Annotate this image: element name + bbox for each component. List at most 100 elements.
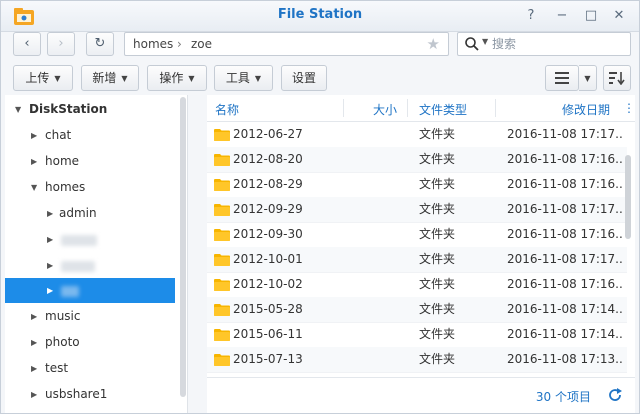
tree-item-test[interactable]: ▶ test (5, 356, 175, 381)
table-row[interactable]: 2012-06-27 文件夹 2016-11-08 17:17... (207, 122, 627, 148)
tree-item-diskstation[interactable]: ▼ DiskStation (5, 97, 175, 122)
column-header-size[interactable]: 大小 (373, 101, 397, 118)
column-menu-icon[interactable]: ⋮ (623, 101, 635, 115)
tree-item-admin[interactable]: ▶ admin (5, 201, 175, 226)
create-button[interactable]: 新增 ▼ (81, 65, 139, 91)
tree-item-usbshare1[interactable]: ▶ usbshare1 (5, 382, 175, 407)
table-row[interactable]: 2012-08-20 文件夹 2016-11-08 17:16... (207, 147, 627, 173)
caret-right-icon[interactable]: ▶ (47, 253, 53, 278)
caret-down-icon[interactable]: ▼ (31, 175, 37, 200)
column-header-name[interactable]: 名称 (215, 101, 239, 118)
forward-button[interactable]: › (47, 32, 75, 56)
file-modified: 2016-11-08 17:17... (507, 127, 623, 141)
tree-item-chat[interactable]: ▶ chat (5, 123, 175, 148)
view-mode-dropdown[interactable]: ▼ (579, 65, 597, 91)
settings-button[interactable]: 设置 (281, 65, 327, 91)
caret-down-icon[interactable]: ▼ (15, 97, 21, 122)
tree-item-redacted-2[interactable]: ▶ (5, 253, 175, 278)
file-modified: 2016-11-08 17:16... (507, 277, 623, 291)
caret-right-icon[interactable]: ▶ (31, 149, 37, 174)
star-icon[interactable]: ★ (427, 35, 440, 53)
chevron-down-icon[interactable]: ▼ (482, 37, 488, 46)
breadcrumb-zoe[interactable]: zoe (191, 37, 212, 51)
caret-right-icon[interactable]: ▶ (31, 356, 37, 381)
file-modified: 2016-11-08 17:14... (507, 302, 623, 316)
column-divider[interactable] (407, 99, 408, 117)
file-name: 2012-09-29 (233, 202, 303, 216)
view-mode-button[interactable] (545, 65, 579, 91)
table-row[interactable]: 2015-06-11 文件夹 2016-11-08 17:14... (207, 322, 627, 348)
file-name: 2012-09-30 (233, 227, 303, 241)
caret-right-icon[interactable]: ▶ (31, 382, 37, 407)
settings-label: 设置 (291, 71, 316, 85)
caret-right-icon[interactable]: ▶ (31, 330, 37, 355)
breadcrumb-homes[interactable]: homes (133, 37, 173, 51)
tools-button[interactable]: 工具 ▼ (214, 65, 273, 91)
caret-right-icon[interactable]: ▶ (31, 123, 37, 148)
tree-item-label: home (45, 154, 80, 168)
column-header-type[interactable]: 文件类型 (419, 101, 467, 118)
action-button[interactable]: 操作 ▼ (147, 65, 207, 91)
sidebar-scrollbar[interactable] (180, 97, 186, 397)
refresh-icon[interactable] (607, 387, 623, 403)
file-type: 文件夹 (419, 177, 456, 191)
search-box[interactable]: ▼ (457, 32, 631, 56)
chevron-down-icon: ▼ (54, 73, 61, 83)
table-row[interactable]: 2012-10-02 文件夹 2016-11-08 17:16... (207, 272, 627, 298)
navigation-bar: ‹ › ↻ homes › zoe ★ ▼ (1, 31, 639, 61)
table-row[interactable]: 2012-09-30 文件夹 2016-11-08 17:16... (207, 222, 627, 248)
close-icon[interactable]: ✕ (610, 7, 628, 25)
caret-right-icon[interactable]: ▶ (47, 278, 53, 303)
redacted-label (61, 261, 95, 272)
file-name: 2012-08-20 (233, 152, 303, 166)
table-row[interactable]: 2012-09-29 文件夹 2016-11-08 17:17... (207, 197, 627, 223)
tree-item-homes[interactable]: ▼ homes (5, 175, 175, 200)
column-divider[interactable] (343, 99, 344, 117)
tree-item-selected[interactable]: ▶ (5, 278, 175, 303)
caret-right-icon[interactable]: ▶ (47, 201, 53, 226)
tree-item-redacted-1[interactable]: ▶ (5, 227, 175, 252)
minimize-icon[interactable]: − (553, 7, 571, 25)
path-bar[interactable]: homes › zoe ★ (124, 32, 449, 56)
file-name: 2015-05-28 (233, 302, 303, 316)
search-input[interactable] (492, 35, 622, 53)
sort-button[interactable] (603, 65, 631, 91)
file-type: 文件夹 (419, 327, 456, 341)
list-scrollbar[interactable] (625, 155, 631, 239)
file-type: 文件夹 (419, 302, 456, 316)
caret-right-icon[interactable]: ▶ (47, 227, 53, 252)
chevron-right-icon: › (58, 36, 64, 51)
file-name: 2012-06-27 (233, 127, 303, 141)
tree-item-photo[interactable]: ▶ photo (5, 330, 175, 355)
chevron-down-icon: ▼ (188, 73, 195, 83)
table-row[interactable]: 2012-08-29 文件夹 2016-11-08 17:16... (207, 172, 627, 198)
help-icon[interactable]: ? (522, 7, 540, 25)
maximize-icon[interactable]: □ (582, 7, 600, 25)
table-row[interactable]: 2012-10-01 文件夹 2016-11-08 17:17... (207, 247, 627, 273)
tree-item-home[interactable]: ▶ home (5, 149, 175, 174)
window-title: File Station (277, 7, 363, 22)
refresh-button[interactable]: ↻ (86, 32, 114, 56)
column-divider[interactable] (495, 99, 496, 117)
folder-icon (214, 254, 230, 266)
file-modified: 2016-11-08 17:13... (507, 352, 623, 366)
table-row[interactable]: 2015-07-13 文件夹 2016-11-08 17:13... (207, 347, 627, 373)
back-button[interactable]: ‹ (13, 32, 41, 56)
search-icon[interactable] (464, 36, 480, 52)
upload-button[interactable]: 上传 ▼ (13, 65, 73, 91)
column-header-modified[interactable]: 修改日期 (562, 101, 610, 118)
file-name: 2012-10-01 (233, 252, 303, 266)
tree-item-label: admin (59, 206, 97, 220)
tree-item-label: photo (45, 335, 80, 349)
tools-label: 工具 (225, 71, 250, 85)
file-modified: 2016-11-08 17:17... (507, 252, 623, 266)
file-name: 2012-08-29 (233, 177, 303, 191)
caret-right-icon[interactable]: ▶ (31, 304, 37, 329)
table-row[interactable]: 2015-05-28 文件夹 2016-11-08 17:14... (207, 297, 627, 323)
tree-item-music[interactable]: ▶ music (5, 304, 175, 329)
chevron-down-icon: ▼ (584, 73, 591, 83)
file-type: 文件夹 (419, 277, 456, 291)
folder-icon (214, 129, 230, 141)
tree-item-label: usbshare1 (45, 387, 108, 401)
tree-item-label: test (45, 361, 69, 375)
